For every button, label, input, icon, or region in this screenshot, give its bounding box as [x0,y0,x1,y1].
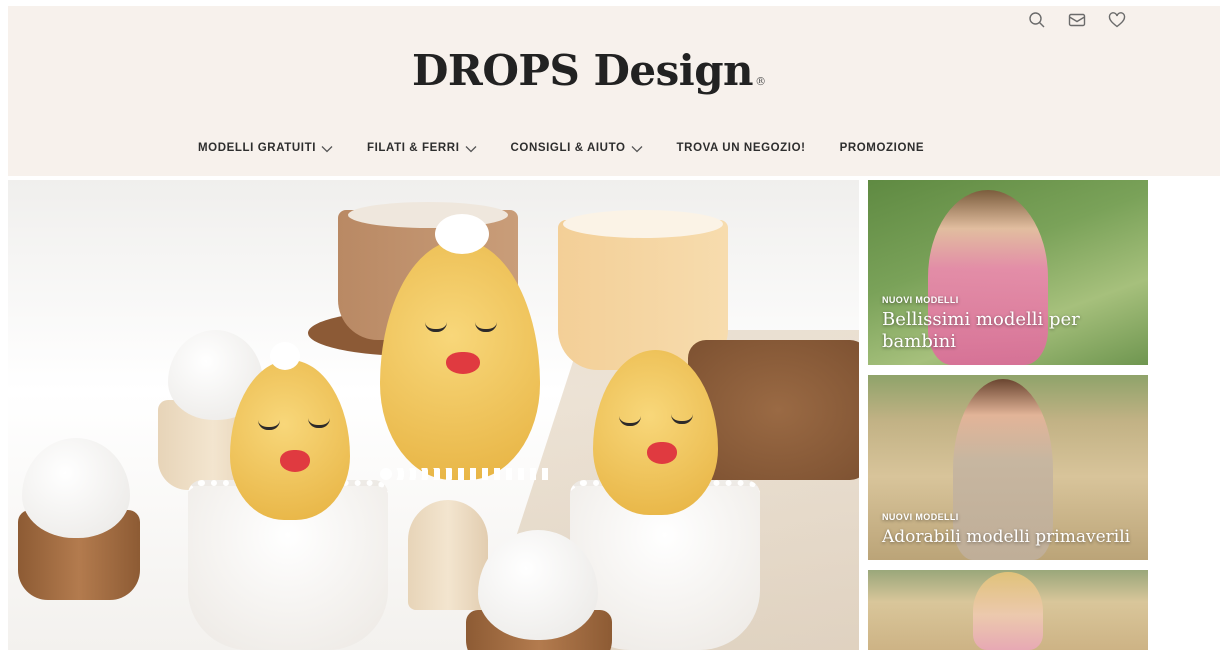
mail-icon[interactable] [1066,9,1088,31]
woman-photo [973,572,1043,650]
site-logo[interactable]: DROPS Design ® [412,46,766,95]
nav-item-label: CONSIGLI & AIUTO [510,142,626,154]
nav-item-label: FILATI & FERRI [367,142,460,154]
promo-card-spring[interactable]: NUOVI MODELLI Adorabili modelli primaver… [868,375,1148,560]
promo-card-third[interactable] [868,570,1148,650]
main-nav: MODELLI GRATUITI FILATI & FERRI CONSIGLI… [198,142,958,154]
card-caption: NUOVI MODELLI Adorabili modelli primaver… [882,512,1148,548]
search-icon[interactable] [1026,9,1048,31]
egg-stand [408,500,488,610]
site-header: DROPS Design ® MODELLI GRATUITI FILATI & … [8,6,1220,176]
chevron-down-icon [465,144,477,153]
nav-item-filati-ferri[interactable]: FILATI & FERRI [367,142,477,154]
nav-item-label: TROVA UN NEGOZIO! [676,142,806,154]
nav-item-consigli-aiuto[interactable]: CONSIGLI & AIUTO [511,142,643,154]
nav-item-label: MODELLI GRATUITI [198,142,316,154]
card-title: Bellissimi modelli per bambini [882,309,1080,352]
card-title: Adorabili modelli primaverili [882,527,1131,547]
chevron-down-icon [321,144,333,153]
card-caption: NUOVI MODELLI Bellissimi modelli per bam… [882,295,1122,353]
nav-item-modelli-gratuiti[interactable]: MODELLI GRATUITI [198,142,333,154]
nav-item-promozione[interactable]: PROMOZIONE [840,142,925,154]
logo-text: DROPS Design [412,46,754,95]
crochet-frill [378,468,548,480]
chevron-down-icon [631,144,643,153]
utility-bar [1026,9,1128,31]
registered-mark: ® [755,75,766,88]
nav-item-label: PROMOZIONE [839,142,925,154]
hero-image[interactable] [8,180,859,650]
promo-card-kids[interactable]: NUOVI MODELLI Bellissimi modelli per bam… [868,180,1148,365]
card-tag: NUOVI MODELLI [882,295,959,305]
nav-item-trova-negozio[interactable]: TROVA UN NEGOZIO! [677,142,806,154]
white-egg [22,438,130,538]
heart-icon[interactable] [1106,9,1128,31]
card-tag: NUOVI MODELLI [882,512,959,522]
